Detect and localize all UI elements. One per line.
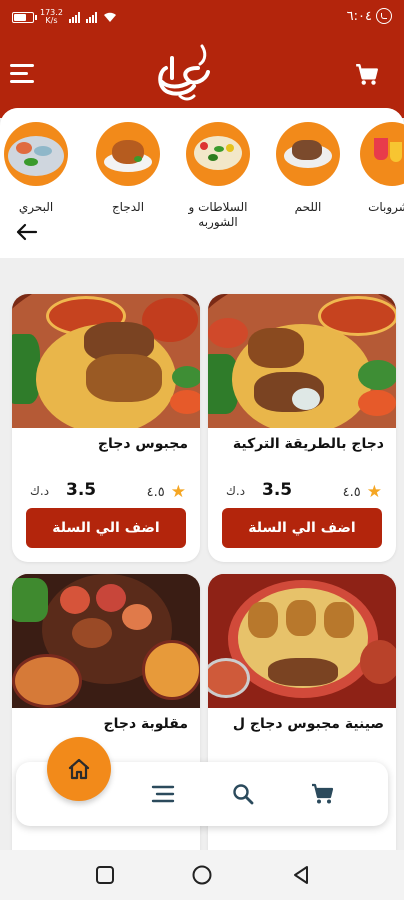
wifi-icon	[103, 12, 116, 22]
product-card[interactable]: دجاج بالطريقة التركية ٤.٥ ★ 3.5 د.ك اضف …	[208, 294, 396, 562]
price-row: ٤.٥ ★ 3.5 د.ك	[12, 480, 200, 502]
seafood-icon	[4, 122, 68, 186]
category-meat[interactable]: اللحم	[268, 122, 348, 215]
drinks-icon	[360, 122, 404, 186]
menu-icon[interactable]	[10, 64, 38, 86]
product-name: مقلوبة دجاج	[103, 716, 188, 732]
cart-icon[interactable]	[310, 782, 336, 806]
product-card[interactable]: مجبوس دجاج ٤.٥ ★ 3.5 د.ك اضف الي السلة	[12, 294, 200, 562]
product-name: دجاج بالطريقة التركية	[232, 436, 384, 452]
category-salads[interactable]: السلاطات و الشوربه	[178, 122, 258, 230]
category-seafood[interactable]: البحري	[0, 122, 76, 215]
category-chicken[interactable]: الدجاج	[88, 122, 168, 215]
recent-apps-icon[interactable]	[94, 864, 116, 886]
signal-icon-2	[85, 11, 97, 23]
currency: د.ك	[226, 484, 246, 498]
add-to-cart-button[interactable]: اضف الي السلة	[26, 508, 186, 548]
home-button[interactable]	[47, 737, 111, 801]
product-price: 3.5	[262, 480, 293, 500]
product-image	[208, 294, 396, 428]
signal-icon	[68, 11, 80, 23]
back-triangle-icon[interactable]	[290, 864, 312, 886]
menu-list-icon[interactable]	[150, 782, 176, 806]
product-image	[12, 294, 200, 428]
rating: ٤.٥ ★	[146, 482, 186, 502]
product-name: صينية مجبوس دجاج ل	[232, 716, 384, 732]
add-to-cart-button[interactable]: اضف الي السلة	[222, 508, 382, 548]
app-header	[0, 36, 404, 118]
status-bar: 173.2 K/s ٦:٠٤	[0, 0, 404, 36]
product-image	[12, 574, 200, 708]
star-icon: ★	[170, 482, 186, 502]
salad-icon	[186, 122, 250, 186]
meat-icon	[276, 122, 340, 186]
network-speed: 173.2 K/s	[40, 8, 63, 25]
cart-icon[interactable]	[354, 62, 380, 88]
star-icon: ★	[366, 482, 382, 502]
product-name: مجبوس دجاج	[97, 436, 188, 452]
status-right: ٦:٠٤	[347, 8, 392, 24]
home-icon	[68, 758, 90, 780]
system-nav-bar	[0, 850, 404, 900]
status-left: 173.2 K/s	[12, 9, 117, 25]
whatsapp-icon	[376, 8, 392, 24]
search-icon[interactable]	[230, 782, 256, 806]
price-row: ٤.٥ ★ 3.5 د.ك	[208, 480, 396, 502]
chicken-icon	[96, 122, 160, 186]
currency: د.ك	[30, 484, 50, 498]
rating: ٤.٥ ★	[342, 482, 382, 502]
product-image	[208, 574, 396, 708]
category-drinks[interactable]: مشروبات	[352, 122, 404, 215]
brand-logo	[158, 44, 210, 101]
battery-icon	[12, 11, 37, 23]
content-sheet: مشروبات اللحم السلاطات و الشوربه	[0, 108, 404, 850]
product-price: 3.5	[66, 480, 97, 500]
status-time: ٦:٠٤	[346, 8, 372, 24]
back-arrow-icon[interactable]	[14, 222, 38, 242]
home-circle-icon[interactable]	[191, 864, 213, 886]
categories-bar: مشروبات اللحم السلاطات و الشوربه	[0, 108, 404, 258]
